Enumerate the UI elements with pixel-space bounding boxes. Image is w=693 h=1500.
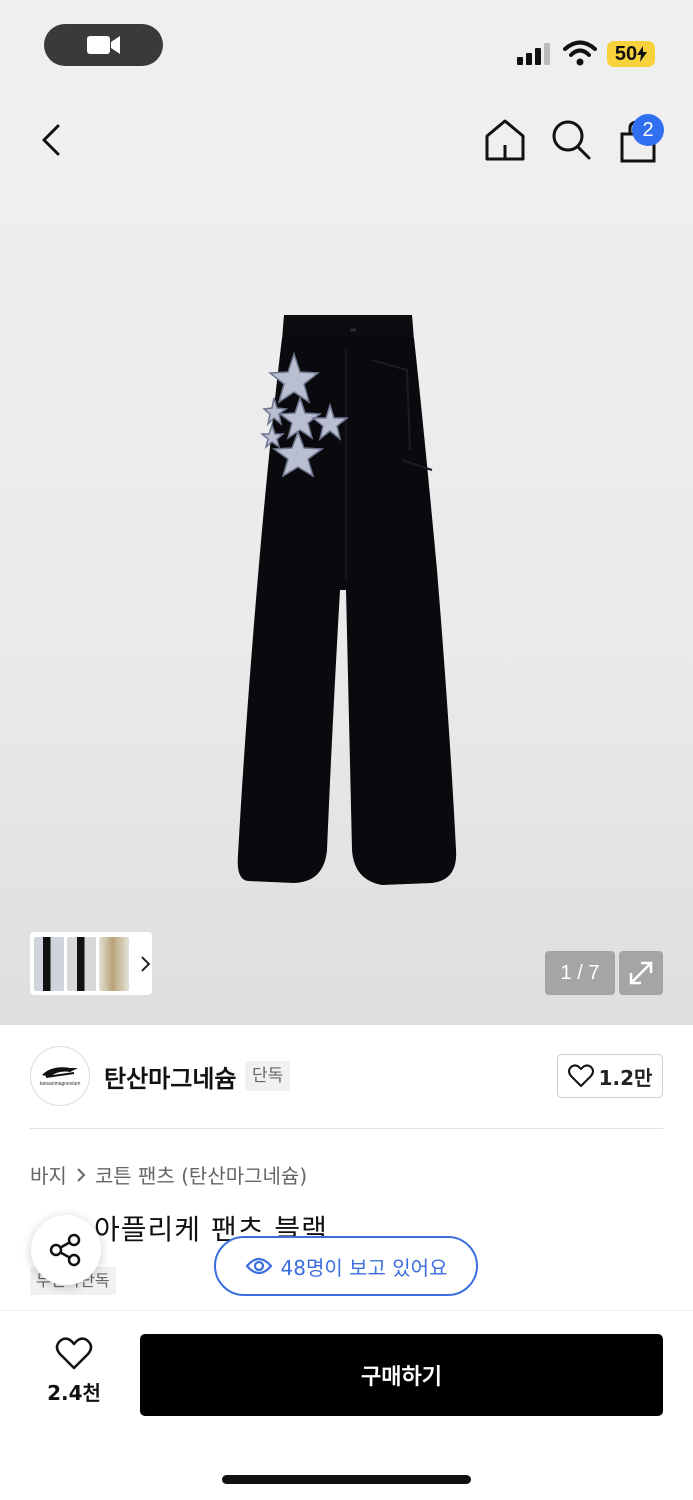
brand-logo-text: tansanmagnesium (39, 1081, 81, 1087)
brand-name[interactable]: 탄산마그네슘 (104, 1059, 236, 1094)
brand-like-count: 1.2만 (598, 1065, 653, 1090)
heart-icon (55, 1337, 93, 1370)
brand-row[interactable]: tansanmagnesium 탄산마그네슘 단독 1.2만 (0, 1025, 693, 1128)
back-arrow-icon[interactable] (36, 120, 68, 160)
home-indicator (222, 1475, 471, 1484)
breadcrumb-subcategory[interactable]: 코튼 팬츠 (탄산마그네슘) (95, 1160, 307, 1189)
viewers-indicator: 48명이 보고 있어요 (214, 1236, 478, 1296)
wishlist-count: 2.4천 (47, 1381, 101, 1405)
viewers-text: 48명이 보고 있어요 (280, 1255, 448, 1280)
charging-bolt-icon (637, 46, 648, 62)
cellular-signal-icon (517, 43, 550, 65)
bottom-action-bar: 2.4천 구매하기 (0, 1310, 693, 1500)
product-pants-image (237, 315, 457, 885)
brand-like-button[interactable]: 1.2만 (557, 1054, 663, 1098)
wifi-icon (563, 40, 597, 66)
chevron-right-icon[interactable] (138, 954, 152, 974)
home-icon[interactable] (484, 118, 526, 162)
share-icon (49, 1233, 81, 1267)
thumbnail-model-side[interactable] (66, 936, 97, 991)
wishlist-button[interactable]: 2.4천 (30, 1337, 118, 1413)
expand-image-button[interactable] (619, 951, 663, 995)
chevron-right-icon (77, 1167, 86, 1182)
battery-indicator: 50 (607, 41, 655, 67)
battery-level: 50 (614, 42, 638, 65)
status-bar: 50 (0, 0, 693, 90)
brand-logo[interactable]: tansanmagnesium (30, 1046, 90, 1106)
brand-logo-mark-icon (42, 1067, 78, 1078)
buy-button[interactable]: 구매하기 (140, 1334, 663, 1416)
thumbnail-model-front[interactable] (34, 936, 64, 991)
heart-icon (567, 1064, 594, 1087)
search-icon[interactable] (550, 118, 592, 162)
video-recording-indicator[interactable] (44, 24, 163, 66)
thumbnail-detail[interactable] (99, 936, 130, 991)
top-navigation (0, 90, 693, 190)
divider (30, 1128, 663, 1129)
cart-count-badge: 2 (632, 114, 664, 146)
expand-icon (629, 961, 653, 985)
share-button[interactable] (31, 1215, 101, 1285)
breadcrumb-category[interactable]: 바지 (30, 1160, 67, 1189)
eye-icon (245, 1257, 272, 1275)
brand-exclusive-tag: 단독 (245, 1061, 291, 1091)
video-camera-icon (86, 36, 120, 54)
breadcrumb: 바지 코튼 팬츠 (탄산마그네슘) (30, 1160, 307, 1189)
image-counter: 1 / 7 (545, 951, 615, 995)
thumbnail-strip[interactable] (30, 932, 152, 995)
product-image-gallery[interactable]: 1 / 7 (0, 190, 693, 1025)
